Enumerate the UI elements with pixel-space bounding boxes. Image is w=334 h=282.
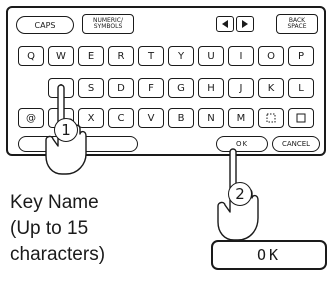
triangle-left-icon <box>222 20 228 28</box>
caption-line-2: (Up to 15 <box>10 218 89 239</box>
key-g[interactable]: G <box>168 78 194 98</box>
key-y[interactable]: Y <box>168 46 194 66</box>
back-space-label-line2: SPACE <box>287 23 307 30</box>
key-t[interactable]: T <box>138 46 164 66</box>
key-o[interactable]: O <box>258 46 284 66</box>
key-j[interactable]: J <box>228 78 254 98</box>
key-d[interactable]: D <box>108 78 134 98</box>
key-u[interactable]: U <box>198 46 224 66</box>
key-l[interactable]: L <box>288 78 314 98</box>
caps-key[interactable]: CAPS <box>16 16 74 34</box>
key-k[interactable]: K <box>258 78 284 98</box>
key-name-caption: Key Name (Up to 15 characters) <box>10 190 160 268</box>
key-e[interactable]: E <box>78 46 104 66</box>
key-w[interactable]: W <box>48 46 74 66</box>
dotted-square-icon <box>266 113 276 123</box>
key-v[interactable]: V <box>138 108 164 128</box>
ok-button-label: OK <box>256 246 282 264</box>
ok-button-enlarged[interactable]: OK <box>211 240 327 270</box>
step-1-number: 1 <box>61 121 71 139</box>
cancel-key[interactable]: CANCEL <box>272 136 320 152</box>
key-p[interactable]: P <box>288 46 314 66</box>
back-space-key[interactable]: BACK SPACE <box>276 14 318 34</box>
step-2-number: 2 <box>235 185 245 203</box>
cursor-left-key[interactable] <box>216 16 234 32</box>
caption-line-3: characters) <box>10 244 106 265</box>
cursor-right-key[interactable] <box>236 16 254 32</box>
step-1-badge: 1 <box>54 118 78 142</box>
key-m[interactable]: M <box>228 108 254 128</box>
key-f[interactable]: F <box>138 78 164 98</box>
key-space-symbol[interactable] <box>288 108 314 128</box>
numeric-symbols-key[interactable]: NUMERIC/ SYMBOLS <box>82 14 134 34</box>
step-2-badge: 2 <box>228 182 252 206</box>
key-c[interactable]: C <box>108 108 134 128</box>
key-r[interactable]: R <box>108 46 134 66</box>
key-b[interactable]: B <box>168 108 194 128</box>
square-outline-icon <box>296 113 306 123</box>
key-at[interactable]: @ <box>18 108 44 128</box>
key-h[interactable]: H <box>198 78 224 98</box>
numeric-symbols-label-line2: SYMBOLS <box>93 23 123 30</box>
caption-line-1: Key Name <box>10 192 99 213</box>
key-n[interactable]: N <box>198 108 224 128</box>
key-dot[interactable] <box>258 108 284 128</box>
key-q[interactable]: Q <box>18 46 44 66</box>
key-i[interactable]: I <box>228 46 254 66</box>
triangle-right-icon <box>242 20 248 28</box>
